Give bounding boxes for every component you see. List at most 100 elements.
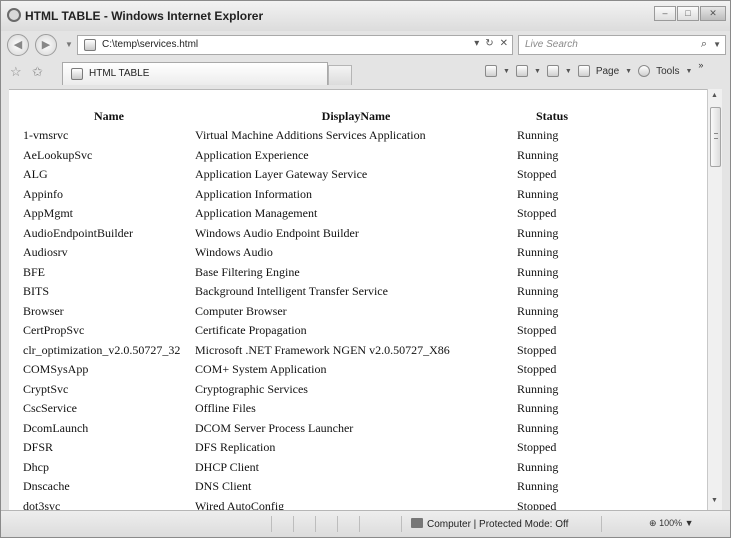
cell-status: Running: [517, 128, 559, 143]
zoom-text: 100%: [659, 518, 683, 528]
page-icon: [84, 39, 96, 51]
table-row: AudioEndpointBuilder Windows Audio Endpoi…: [23, 224, 587, 244]
search-box[interactable]: Live Search ⌕ ▼: [518, 35, 726, 55]
feeds-icon[interactable]: [515, 65, 528, 77]
search-options-icon[interactable]: ▼: [713, 40, 721, 49]
cell-name: BITS: [23, 284, 50, 299]
column-header-status: Status: [535, 108, 568, 123]
table-row: CscService Offline Files Running: [23, 399, 587, 419]
vertical-scrollbar[interactable]: ▲ ▼: [707, 89, 722, 510]
cell-status: Stopped: [517, 167, 557, 182]
refresh-icon[interactable]: ↻: [485, 38, 493, 49]
address-bar[interactable]: C:\temp\services.html ▾ ↻ ✕: [77, 35, 513, 55]
page-menu-button[interactable]: Page: [596, 66, 619, 77]
forward-arrow-icon: ▶: [41, 39, 51, 51]
cell-name: AudioEndpointBuilder: [23, 225, 133, 240]
favorites-star-icon[interactable]: ☆: [10, 64, 22, 80]
navigation-bar: ◀ ▶ ▼ C:\temp\services.html ▾ ↻ ✕ Live S…: [1, 31, 730, 59]
scroll-thumb[interactable]: [710, 107, 721, 167]
close-button[interactable]: ✕: [700, 6, 726, 21]
cell-status: Running: [517, 245, 559, 260]
table-row: CryptSvc Cryptographic Services Running: [23, 380, 587, 400]
table-header-row: Name DisplayName Status: [23, 106, 587, 126]
table-row: BITS Background Intelligent Transfer Serv…: [23, 282, 587, 302]
table-row: dot3svc Wired AutoConfig Stopped: [23, 497, 587, 510]
window-controls: – □ ✕: [654, 6, 726, 21]
cell-displayname: DNS Client: [195, 479, 252, 494]
cell-displayname: Wired AutoConfig: [195, 498, 285, 510]
search-icon[interactable]: ⌕: [701, 38, 707, 51]
security-zone[interactable]: Computer | Protected Mode: Off: [411, 518, 568, 530]
table-row: CertPropSvc Certificate Propagation Stoppe…: [23, 321, 587, 341]
cell-name: Dnscache: [23, 479, 70, 494]
zoom-dropdown-icon[interactable]: ▼: [685, 518, 694, 528]
cell-name: clr_optimization_v2.0.50727_32: [23, 342, 181, 357]
cell-name: CertPropSvc: [23, 323, 85, 338]
tab-page-icon: [71, 68, 83, 80]
search-input[interactable]: Live Search: [525, 39, 578, 50]
table-row: AeLookupSvc Application Experience Running: [23, 146, 587, 166]
cell-name: BFE: [23, 264, 46, 279]
cell-status: Stopped: [517, 206, 557, 221]
cell-displayname: Cryptographic Services: [195, 381, 308, 396]
cell-name: DFSR: [23, 440, 54, 455]
cell-status: Stopped: [517, 362, 557, 377]
cell-displayname: Base Filtering Engine: [195, 264, 300, 279]
status-bar: Computer | Protected Mode: Off ⊕ 100% ▼: [1, 510, 730, 537]
home-dropdown-icon[interactable]: ▼: [503, 68, 510, 75]
status-divider: [337, 516, 338, 532]
tools-menu-button[interactable]: Tools: [656, 66, 679, 77]
title-bar: HTML TABLE - Windows Internet Explorer –…: [1, 1, 730, 31]
maximize-button[interactable]: □: [677, 6, 699, 21]
tab-bar: ☆ ✩ HTML TABLE ▼ ▼ ▼ Page ▼ Tools ▼ »: [1, 59, 730, 87]
cell-status: Running: [517, 264, 559, 279]
cell-displayname: Background Intelligent Transfer Service: [195, 284, 388, 299]
cell-status: Running: [517, 459, 559, 474]
scroll-grip-icon: [714, 133, 718, 139]
window-title: HTML TABLE - Windows Internet Explorer: [25, 9, 264, 23]
forward-button[interactable]: ▶: [35, 34, 57, 56]
tab-html-table[interactable]: HTML TABLE: [62, 62, 328, 85]
cell-name: AppMgmt: [23, 206, 74, 221]
address-dropdown-icon[interactable]: ▾: [474, 38, 479, 49]
cell-name: Browser: [23, 303, 64, 318]
print-icon[interactable]: [546, 65, 559, 77]
cell-status: Stopped: [517, 342, 557, 357]
table-row: Dhcp DHCP Client Running: [23, 458, 587, 478]
table-body: 1-vmsrvc Virtual Machine Additions Servic…: [23, 126, 587, 510]
add-favorites-icon[interactable]: ✩: [32, 64, 43, 80]
cell-displayname: COM+ System Application: [195, 362, 327, 377]
cell-status: Running: [517, 381, 559, 396]
cell-displayname: Application Management: [195, 206, 318, 221]
toolbar-overflow-icon[interactable]: »: [698, 60, 703, 70]
cell-displayname: Windows Audio: [195, 245, 273, 260]
minimize-button[interactable]: –: [654, 6, 676, 21]
tools-menu-dropdown-icon[interactable]: ▼: [685, 68, 692, 75]
new-tab-button[interactable]: [328, 65, 352, 85]
cell-displayname: Offline Files: [195, 401, 256, 416]
scroll-down-icon[interactable]: ▼: [711, 497, 718, 504]
zoom-level[interactable]: ⊕ 100% ▼: [649, 518, 694, 529]
table-row: AppMgmt Application Management Stopped: [23, 204, 587, 224]
cell-displayname: Microsoft .NET Framework NGEN v2.0.50727…: [195, 342, 450, 357]
home-icon[interactable]: [485, 65, 497, 77]
cell-status: Running: [517, 186, 559, 201]
address-input[interactable]: C:\temp\services.html: [102, 39, 198, 50]
cell-name: Appinfo: [23, 186, 63, 201]
command-bar: ▼ ▼ ▼ Page ▼ Tools ▼ »: [485, 60, 703, 77]
page-menu-dropdown-icon[interactable]: ▼: [625, 68, 632, 75]
scroll-up-icon[interactable]: ▲: [711, 92, 718, 99]
cell-status: Stopped: [517, 440, 557, 455]
feeds-dropdown-icon[interactable]: ▼: [534, 68, 541, 75]
cell-displayname: Computer Browser: [195, 303, 287, 318]
cell-name: AeLookupSvc: [23, 147, 93, 162]
cell-displayname: DFS Replication: [195, 440, 276, 455]
recent-pages-dropdown[interactable]: ▼: [65, 40, 73, 49]
cell-displayname: DHCP Client: [195, 459, 259, 474]
stop-icon[interactable]: ✕: [500, 38, 508, 49]
table-row: Audiosrv Windows Audio Running: [23, 243, 587, 263]
table-row: BFE Base Filtering Engine Running: [23, 263, 587, 283]
cell-displayname: Windows Audio Endpoint Builder: [195, 225, 359, 240]
back-button[interactable]: ◀: [7, 34, 29, 56]
print-dropdown-icon[interactable]: ▼: [565, 68, 572, 75]
